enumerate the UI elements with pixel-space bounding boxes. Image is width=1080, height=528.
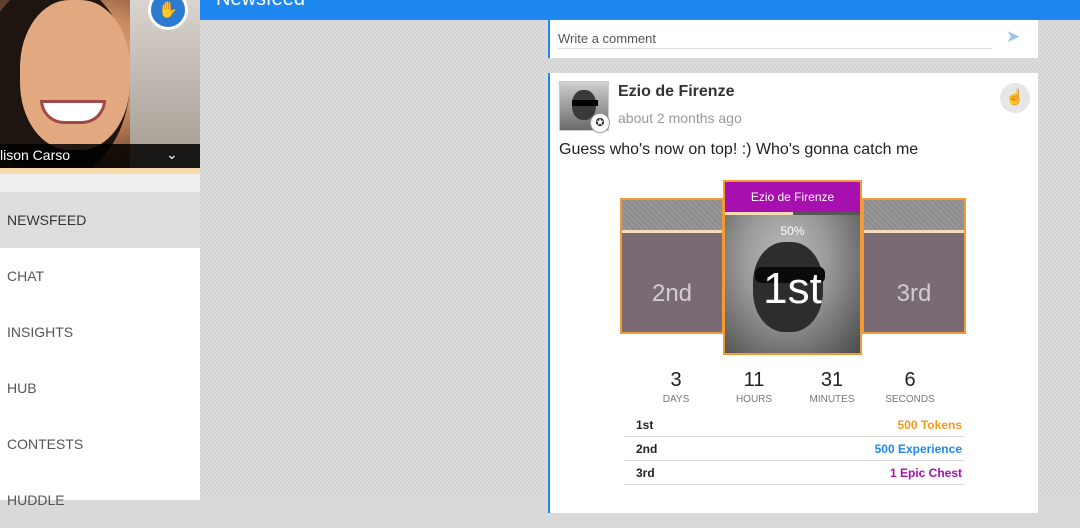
leaderboard-podium: 2nd 3rd Ezio de Firenze 50% 1st (620, 180, 966, 355)
reward-row: 2nd 500 Experience (624, 437, 964, 461)
page-title: Newsfeed (216, 0, 305, 11)
podium-third-label: 3rd (896, 280, 932, 307)
reward-value: 500 Experience (874, 442, 962, 456)
countdown-hours-value: 11 (743, 369, 765, 391)
podium-first: Ezio de Firenze 50% 1st (723, 180, 862, 355)
reward-value: 500 Tokens (897, 418, 962, 432)
podium-second-label: 2nd (651, 280, 693, 307)
podium-third: 3rd (862, 198, 966, 334)
podium-first-name[interactable]: Ezio de Firenze (725, 182, 860, 212)
reward-place: 3rd (636, 466, 655, 480)
post-author[interactable]: Ezio de Firenze (618, 83, 734, 101)
countdown-minutes-value: 31 (820, 369, 844, 391)
reward-place: 1st (636, 418, 654, 432)
sidebar-item-contests[interactable]: CONTESTS (0, 416, 200, 472)
countdown-seconds: 6 SECONDS (880, 369, 940, 405)
podium-second: 2nd (620, 198, 724, 334)
sidebar-item-insights[interactable]: INSIGHTS (0, 304, 200, 360)
countdown-days-value: 3 (670, 369, 682, 391)
countdown-hours: 11 HOURS (724, 369, 784, 405)
countdown-seconds-label: SECONDS (885, 394, 935, 405)
chevron-down-icon[interactable]: ⌄ (166, 146, 178, 163)
sidebar-item-chat[interactable]: CHAT (0, 248, 200, 304)
reward-row: 3rd 1 Epic Chest (624, 461, 964, 485)
photo-face (20, 0, 130, 150)
sidebar-item-huddle[interactable]: HUDDLE (0, 472, 200, 528)
podium-first-label: 1st (763, 264, 822, 313)
podium-second-strip (622, 200, 722, 233)
rewards-table: 1st 500 Tokens 2nd 500 Experience 3rd 1 … (624, 413, 964, 485)
countdown-days-label: DAYS (662, 394, 690, 405)
sidebar-nav: NEWSFEED CHAT INSIGHTS HUB CONTESTS HUDD… (0, 192, 200, 528)
profile-name-bar[interactable]: lison Carso ⌄ (0, 144, 200, 168)
avatar-badge-icon: ✪ (590, 113, 610, 133)
countdown-seconds-value: 6 (904, 369, 916, 391)
top-bar: Newsfeed (200, 0, 1080, 20)
sidebar: ✋ lison Carso ⌄ NEWSFEED CHAT INSIGHTS H… (0, 0, 200, 508)
profile-name: lison Carso (0, 147, 71, 163)
separator (0, 174, 200, 192)
podium-third-strip (864, 200, 964, 233)
post-text: Guess who's now on top! :) Who's gonna c… (559, 141, 919, 158)
comment-box: ➤ (548, 20, 1038, 58)
pointer-hand-icon: ☝ (1005, 89, 1025, 106)
comment-input[interactable] (558, 28, 992, 49)
sidebar-item-hub[interactable]: HUB (0, 360, 200, 416)
podium-progress-fill (725, 212, 793, 215)
post-card: ✪ Ezio de Firenze about 2 months ago ☝ G… (548, 73, 1038, 513)
countdown-minutes-label: MINUTES (809, 394, 855, 405)
podium-progress-label: 50% (780, 224, 805, 238)
send-icon[interactable]: ➤ (1006, 27, 1020, 47)
sidebar-item-newsfeed[interactable]: NEWSFEED (0, 192, 200, 248)
reward-row: 1st 500 Tokens (624, 413, 964, 437)
reward-value: 1 Epic Chest (889, 466, 962, 480)
post-timestamp: about 2 months ago (618, 110, 742, 126)
podium-progress-bar (725, 212, 860, 215)
avatar-glasses (572, 100, 598, 106)
countdown-minutes: 31 MINUTES (802, 369, 862, 405)
countdown-hours-label: HOURS (735, 394, 773, 405)
post-options-button[interactable]: ☝ (1000, 83, 1030, 113)
countdown-days: 3 DAYS (646, 369, 706, 405)
reward-place: 2nd (636, 442, 658, 456)
